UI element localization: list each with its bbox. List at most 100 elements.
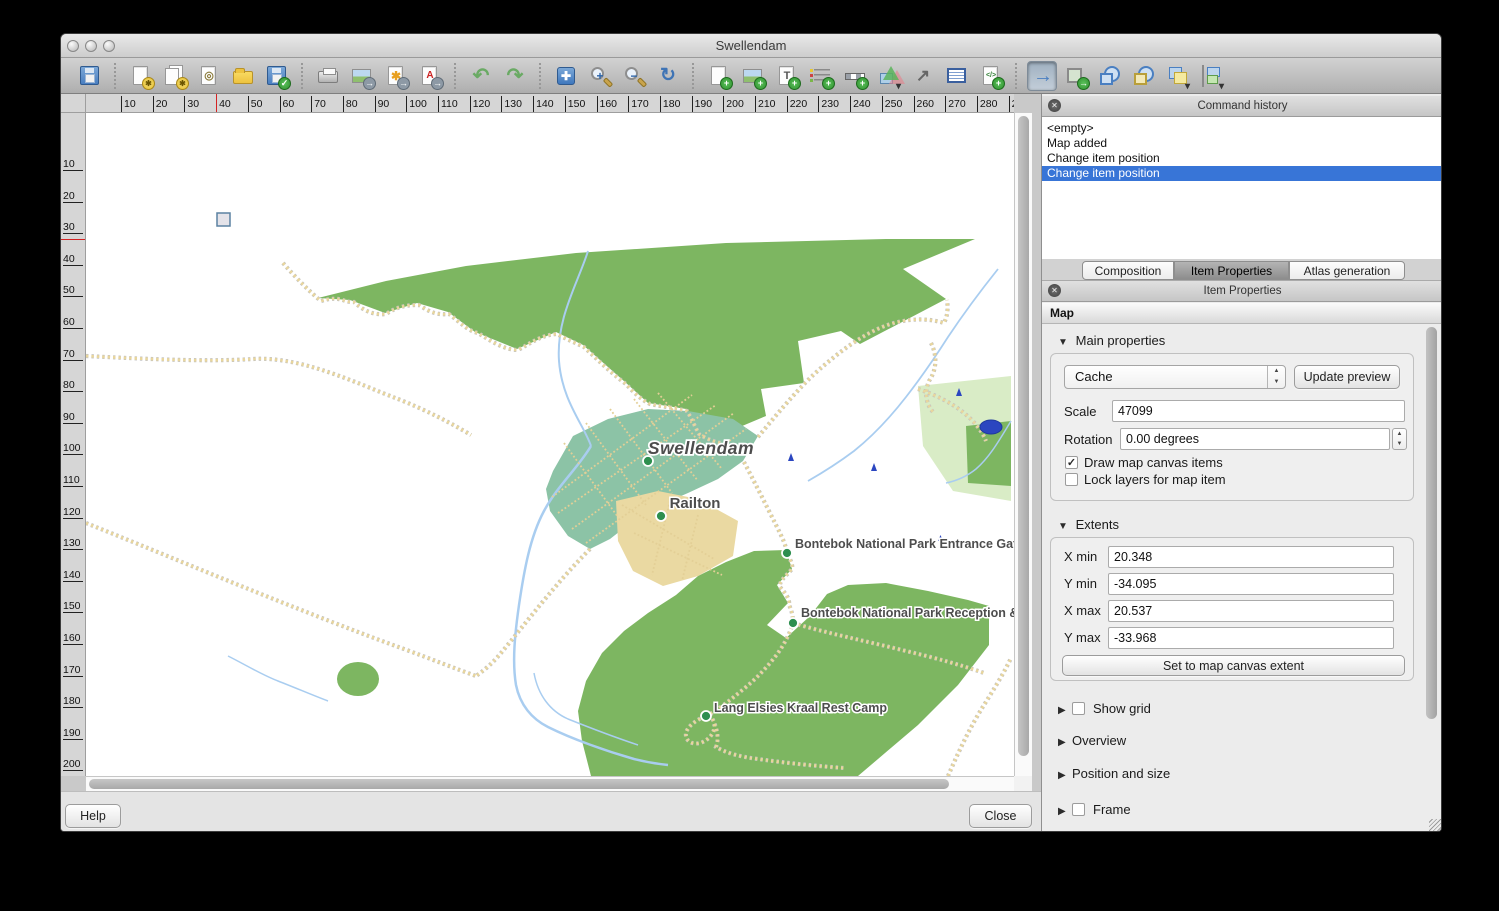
section-extents[interactable]: ▼ Extents bbox=[1058, 517, 1119, 532]
ruler-tick: 80 bbox=[343, 96, 358, 112]
save-as-template-button[interactable]: ✓ bbox=[262, 61, 292, 91]
horizontal-scrollbar-thumb[interactable] bbox=[89, 779, 949, 789]
y-max-label: Y max bbox=[1064, 630, 1101, 645]
undo-button[interactable]: ↶ bbox=[466, 61, 496, 91]
section-position-and-size[interactable]: ▶Position and size bbox=[1058, 766, 1170, 781]
ruler-tick: 90 bbox=[63, 411, 83, 424]
set-to-canvas-extent-button[interactable]: Set to map canvas extent bbox=[1062, 655, 1405, 676]
checkbox-show-grid[interactable] bbox=[1072, 702, 1085, 715]
section-overview[interactable]: ▶Overview bbox=[1058, 733, 1126, 748]
panel-scrollbar-thumb[interactable] bbox=[1426, 327, 1437, 719]
add-arrow-button[interactable]: ↗ bbox=[908, 61, 938, 91]
collapse-triangle-icon[interactable]: ▼ bbox=[1058, 337, 1072, 348]
load-from-template-button[interactable] bbox=[228, 61, 258, 91]
add-html-frame-button[interactable]: </>+ bbox=[976, 61, 1006, 91]
composition-manager-button[interactable]: ◎ bbox=[194, 61, 224, 91]
cache-mode-combobox[interactable]: Cache ▲▼ bbox=[1064, 365, 1286, 389]
export-as-pdf-button[interactable]: A→ bbox=[415, 61, 445, 91]
duplicate-composition-button[interactable]: ✱ bbox=[160, 61, 190, 91]
tab-atlas-generation[interactable]: Atlas generation bbox=[1289, 261, 1405, 280]
canvas-horizontal-scrollbar[interactable] bbox=[86, 776, 1014, 791]
x-min-input[interactable] bbox=[1108, 546, 1394, 568]
add-legend-button[interactable]: + bbox=[806, 61, 836, 91]
selected-item-handle[interactable] bbox=[217, 213, 230, 226]
collapse-triangle-icon[interactable]: ▶ bbox=[1058, 806, 1072, 817]
zoom-full-button[interactable]: ✚ bbox=[551, 61, 581, 91]
zoom-out-button[interactable]: − bbox=[619, 61, 649, 91]
close-button[interactable]: Close bbox=[969, 804, 1032, 828]
collapse-triangle-icon[interactable]: ▶ bbox=[1058, 737, 1072, 748]
add-image-button[interactable]: + bbox=[738, 61, 768, 91]
collapse-triangle-icon[interactable]: ▶ bbox=[1058, 705, 1072, 716]
align-selected-items-button[interactable]: ▾ bbox=[1197, 61, 1227, 91]
map-item[interactable]: SwellendamRailtonBontebok National Park … bbox=[86, 113, 1014, 776]
y-min-input[interactable] bbox=[1108, 573, 1394, 595]
raise-selected-items-button[interactable]: ▾ bbox=[1163, 61, 1193, 91]
checkbox-lock-layers-for-map-item[interactable] bbox=[1065, 473, 1078, 486]
add-attribute-table-button[interactable] bbox=[942, 61, 972, 91]
history-item[interactable]: Change item position bbox=[1042, 151, 1442, 166]
add-label-button[interactable]: T+ bbox=[772, 61, 802, 91]
rotation-label: Rotation bbox=[1064, 432, 1112, 447]
section-show-grid[interactable]: ▶Show grid bbox=[1058, 701, 1151, 716]
refresh-button[interactable]: ↻ bbox=[653, 61, 683, 91]
export-svg-icon: ✱→ bbox=[384, 64, 408, 88]
scale-input[interactable] bbox=[1112, 400, 1405, 422]
checkbox-frame[interactable] bbox=[1072, 803, 1085, 816]
checkbox-label: Draw map canvas items bbox=[1084, 455, 1223, 470]
ungroup-items-button[interactable] bbox=[1129, 61, 1159, 91]
zoom-in-icon: + bbox=[588, 64, 612, 88]
right-panel: ✕ Command history <empty>Map addedChange… bbox=[1041, 94, 1442, 832]
collapse-triangle-icon[interactable]: ▶ bbox=[1058, 770, 1072, 781]
add-scalebar-button[interactable]: + bbox=[840, 61, 870, 91]
rotation-input[interactable] bbox=[1120, 428, 1390, 450]
ruler-tick: 110 bbox=[438, 96, 458, 112]
ruler-tick: 140 bbox=[533, 96, 554, 112]
add-shape-button[interactable]: ▾ bbox=[874, 61, 904, 91]
export-as-image-button[interactable]: → bbox=[347, 61, 377, 91]
zoom-in-button[interactable]: + bbox=[585, 61, 615, 91]
export-as-svg-button[interactable]: ✱→ bbox=[381, 61, 411, 91]
help-button[interactable]: Help bbox=[65, 804, 121, 828]
y-max-input[interactable] bbox=[1108, 627, 1394, 649]
panel-scrollbar[interactable] bbox=[1426, 327, 1438, 832]
print-button[interactable] bbox=[313, 61, 343, 91]
tab-composition[interactable]: Composition bbox=[1082, 261, 1174, 280]
move-item-content-button[interactable]: → bbox=[1061, 61, 1091, 91]
x-max-input[interactable] bbox=[1108, 600, 1394, 622]
vertical-scrollbar-thumb[interactable] bbox=[1018, 116, 1029, 756]
composer-canvas[interactable]: SwellendamRailtonBontebok National Park … bbox=[86, 113, 1014, 776]
road bbox=[86, 356, 471, 435]
section-main-properties[interactable]: ▼ Main properties bbox=[1058, 333, 1165, 348]
close-panel-icon[interactable]: ✕ bbox=[1048, 284, 1061, 297]
group-items-button[interactable] bbox=[1095, 61, 1125, 91]
collapse-triangle-icon[interactable]: ▼ bbox=[1058, 521, 1072, 532]
resize-grip[interactable] bbox=[1429, 819, 1441, 831]
ruler-cursor-indicator bbox=[61, 239, 86, 240]
section-frame[interactable]: ▶Frame bbox=[1058, 802, 1131, 817]
map-label: Bontebok National Park Reception & S bbox=[801, 606, 1014, 620]
scale-label: Scale bbox=[1064, 404, 1097, 419]
combobox-stepper-icon[interactable]: ▲▼ bbox=[1267, 366, 1285, 388]
select-move-item-button[interactable]: → bbox=[1027, 61, 1057, 91]
rotation-spinner[interactable]: ▲▼ bbox=[1392, 428, 1407, 450]
close-panel-icon[interactable]: ✕ bbox=[1048, 99, 1061, 112]
new-composition-button[interactable]: ✱ bbox=[126, 61, 156, 91]
ruler-tick: 70 bbox=[63, 348, 83, 361]
ruler-tick: 180 bbox=[63, 695, 83, 708]
add-new-map-button[interactable]: + bbox=[704, 61, 734, 91]
x-min-label: X min bbox=[1064, 549, 1097, 564]
checkbox-draw-map-canvas-items[interactable]: ✓ bbox=[1065, 456, 1078, 469]
update-preview-button[interactable]: Update preview bbox=[1294, 365, 1400, 389]
item-properties-content: ▼ Main properties Cache ▲▼ Update previe… bbox=[1042, 324, 1442, 832]
history-item[interactable]: Map added bbox=[1042, 136, 1442, 151]
history-item[interactable]: <empty> bbox=[1042, 121, 1442, 136]
history-item[interactable]: Change item position bbox=[1042, 166, 1442, 181]
save-button[interactable] bbox=[75, 61, 105, 91]
canvas-vertical-scrollbar[interactable] bbox=[1014, 113, 1032, 776]
ruler-tick: 260 bbox=[914, 96, 935, 112]
ruler-tick: 10 bbox=[63, 158, 83, 171]
command-history-list[interactable]: <empty>Map addedChange item positionChan… bbox=[1042, 117, 1442, 259]
redo-button[interactable]: ↷ bbox=[500, 61, 530, 91]
tab-item-properties[interactable]: Item Properties bbox=[1174, 261, 1289, 280]
